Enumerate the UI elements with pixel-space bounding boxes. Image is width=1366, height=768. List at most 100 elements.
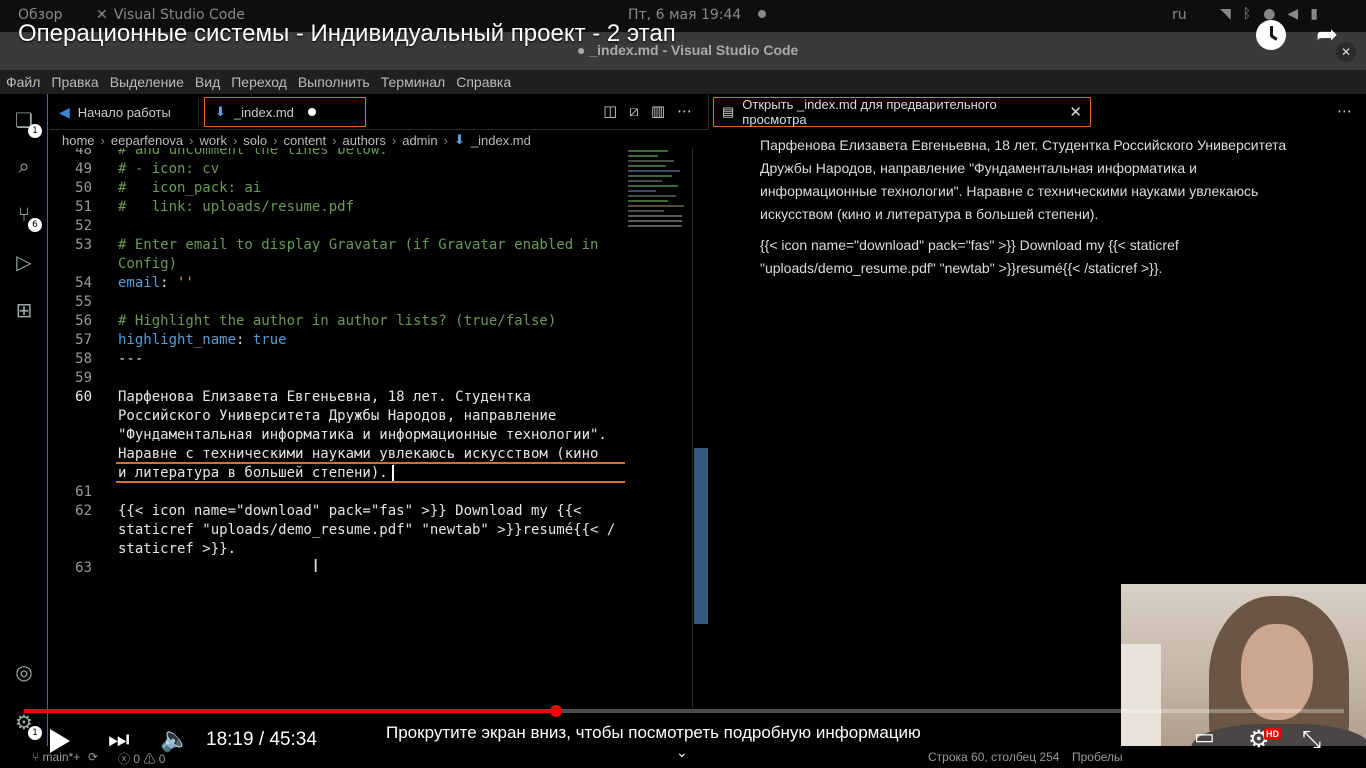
menu-help[interactable]: Справка	[456, 74, 511, 90]
line-number: 57	[75, 332, 92, 348]
chevron-right-icon: ›	[332, 132, 337, 148]
breadcrumb-item[interactable]: content	[284, 133, 327, 148]
share-arrow-icon: ➦	[1316, 20, 1338, 50]
line-number: 49	[75, 161, 92, 177]
markdown-preview: Парфенова Елизавета Евгеньевна, 18 лет. …	[760, 134, 1300, 288]
tab-index-md[interactable]: ⬇ _index.md	[204, 97, 366, 127]
editor-tabs: ◀ Начало работы ⬇ _index.md ◫ ⧄ ▥ ⋯	[49, 94, 708, 130]
tab-preview[interactable]: ▤ Открыть _index.md для предварительного…	[713, 97, 1091, 127]
volume-icon[interactable]: 🔈	[160, 725, 190, 753]
code-line: highlight_name: true	[118, 332, 287, 348]
video-title[interactable]: Операционные системы - Индивидуальный пр…	[18, 20, 676, 48]
chevron-right-icon: ›	[391, 132, 397, 148]
code-line: # Highlight the author in author lists? …	[118, 313, 557, 329]
tab-preview-label: Открыть _index.md для предварительного п…	[742, 97, 997, 127]
split-editor-icon[interactable]: ▥	[651, 102, 665, 120]
wifi-icon: ◥	[1220, 6, 1231, 22]
search-icon[interactable]: ⌕	[10, 152, 38, 180]
line-number: 52	[75, 218, 92, 234]
activity-bar: ❏ 1 ⌕ ⑂ 6 ▷ ⊞ ◎ ⚙ 1	[0, 94, 48, 768]
video-scrubber[interactable]	[550, 705, 562, 717]
mouse-ibeam-icon: I	[313, 556, 319, 577]
line-number: 56	[75, 313, 92, 329]
exit-fullscreen-icon[interactable]: ⤡	[1302, 725, 1321, 753]
watch-later-button[interactable]	[1254, 18, 1288, 52]
yaml-value: true	[252, 332, 287, 348]
code-line: {{< icon name="download" pack="fas" >}} …	[118, 503, 582, 519]
breadcrumb-item[interactable]: solo	[243, 133, 267, 148]
code-line: Парфенова Елизавета Евгеньевна, 18 лет. …	[118, 389, 532, 405]
tab-welcome-label: Начало работы	[77, 104, 171, 120]
close-icon[interactable]: ✕	[1069, 103, 1082, 121]
share-button[interactable]: ➦	[1310, 18, 1344, 52]
code-line: # - icon: cv	[118, 161, 220, 177]
video-top-actions: ➦	[1254, 18, 1344, 52]
more-actions-icon[interactable]: ⋯	[677, 102, 692, 120]
menu-file[interactable]: Файл	[6, 74, 40, 90]
yaml-key: highlight_name	[118, 332, 237, 348]
chevron-right-icon: ›	[273, 132, 278, 148]
compare-changes-icon[interactable]: ⧄	[629, 102, 639, 120]
markdown-file-icon: ⬇	[453, 132, 465, 147]
breadcrumb-item[interactable]: eeparfenova	[111, 133, 183, 148]
chevron-right-icon: ›	[443, 132, 448, 148]
menu-terminal[interactable]: Терминал	[381, 74, 445, 90]
breadcrumb-item[interactable]: authors	[343, 133, 386, 148]
code-line-text: и литература в большей степени).	[118, 465, 388, 481]
video-controls: ⏭ 🔈 18:19 / 45:34 Прокрутите экран вниз,…	[0, 713, 1366, 768]
menu-selection[interactable]: Выделение	[110, 74, 184, 90]
code-line: # link: uploads/resume.pdf	[118, 199, 355, 215]
menu-view[interactable]: Вид	[195, 74, 220, 90]
chevron-down-icon[interactable]: ⌄	[676, 745, 688, 761]
notification-dot-icon	[758, 10, 766, 18]
breadcrumb-item[interactable]: _index.md	[471, 133, 531, 148]
current-line-highlight	[116, 462, 625, 464]
unsaved-dot-icon[interactable]	[307, 108, 316, 116]
preview-tabs: ▤ Открыть _index.md для предварительного…	[708, 94, 1366, 130]
run-debug-icon[interactable]: ▷	[10, 248, 38, 276]
breadcrumb-item[interactable]: home	[62, 133, 95, 148]
breadcrumb-item[interactable]: work	[200, 133, 227, 148]
code-line: email: ''	[118, 275, 194, 291]
code-line: Наравне с техническими науками увлекаюсь…	[118, 446, 599, 462]
explorer-icon[interactable]: ❏ 1	[10, 106, 42, 138]
keyboard-layout[interactable]: ru	[1172, 7, 1187, 23]
line-number: 58	[75, 351, 92, 367]
editor-scrollbar[interactable]	[694, 148, 708, 708]
editor-scroll-thumb[interactable]	[694, 448, 708, 624]
code-line: и литература в большей степени).	[118, 465, 394, 481]
line-number: 55	[75, 294, 92, 310]
menu-bar: Файл Правка Выделение Вид Переход Выполн…	[0, 70, 1366, 94]
more-actions-icon[interactable]: ⋯	[1337, 102, 1352, 120]
minimap[interactable]	[628, 150, 692, 290]
code-editor[interactable]: 48 # and uncomment the lines below. 49 #…	[49, 148, 625, 708]
bluetooth-icon: ᛒ	[1242, 6, 1252, 22]
breadcrumb: home › eeparfenova › work › solo › content › …	[62, 132, 531, 148]
current-line-highlight	[116, 481, 625, 483]
code-line: # icon_pack: ai	[118, 180, 262, 196]
source-control-icon[interactable]: ⑂ 6	[10, 200, 42, 232]
account-icon[interactable]: ◎	[10, 658, 38, 686]
tab-welcome[interactable]: ◀ Начало работы	[49, 97, 199, 127]
breadcrumb-item[interactable]: admin	[402, 133, 437, 148]
line-number: 62	[75, 503, 92, 519]
code-line: Российского Университета Дружбы Народов,…	[118, 408, 557, 424]
vscode-logo-icon: ◀	[59, 103, 70, 120]
subtitles-icon[interactable]: ▭	[1194, 725, 1215, 750]
menu-run[interactable]: Выполнить	[298, 74, 370, 90]
tab-index-md-label: _index.md	[233, 104, 294, 120]
line-number: 51	[75, 199, 92, 215]
next-icon[interactable]: ⏭	[108, 725, 130, 753]
menu-go[interactable]: Переход	[231, 74, 287, 90]
play-icon[interactable]	[50, 729, 70, 753]
scm-badge: 6	[28, 218, 42, 232]
open-preview-side-icon[interactable]: ◫	[603, 102, 617, 120]
line-number: 54	[75, 275, 92, 291]
line-number: 61	[75, 484, 92, 500]
line-number: 48	[75, 148, 92, 158]
extensions-icon[interactable]: ⊞	[10, 296, 38, 324]
explorer-badge: 1	[28, 124, 42, 138]
menu-edit[interactable]: Правка	[51, 74, 98, 90]
line-number: 63	[75, 560, 92, 576]
yaml-key: email	[118, 275, 161, 291]
